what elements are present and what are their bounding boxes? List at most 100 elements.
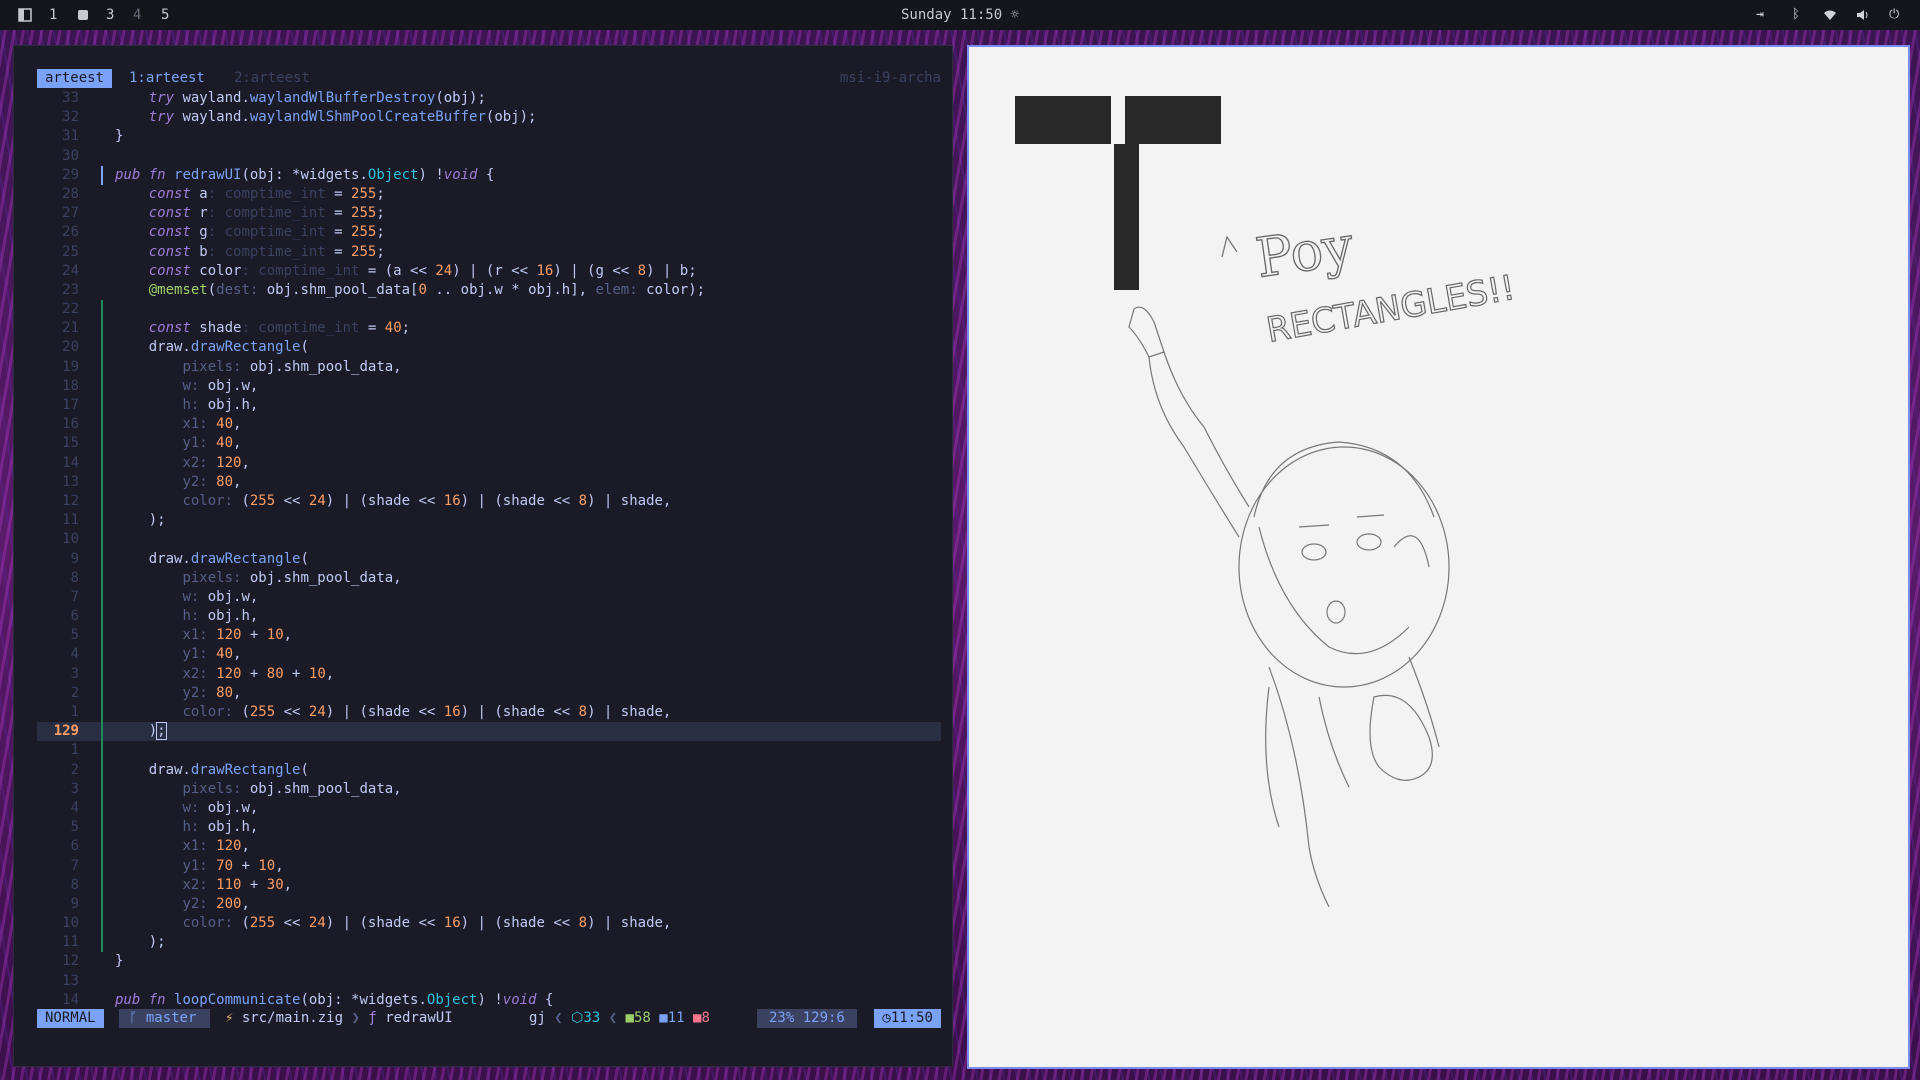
code-line: 20 draw.drawRectangle( <box>37 338 941 358</box>
code-line: 14 x2: 120, <box>37 453 941 473</box>
code-line: 7 w: obj.w, <box>37 587 941 608</box>
code-line: 2 draw.drawRectangle( <box>37 760 941 780</box>
code-line: 6 h: obj.h, <box>37 607 941 627</box>
code-line: 11 ); <box>37 511 941 531</box>
code-line: 30 <box>62 147 79 164</box>
clock-text[interactable]: Sunday 11:50 <box>901 7 1002 23</box>
code-line: 5 h: obj.h, <box>37 818 941 838</box>
clock-icon: ◷ <box>882 1010 891 1026</box>
changed-count: 11 <box>667 1010 685 1026</box>
tab-buffer-2[interactable]: 2:arteest <box>234 69 310 88</box>
code-line: 14 pub fn loopCommunicate(obj: *widgets.O… <box>62 991 554 1008</box>
mode-indicator: NORMAL <box>37 1009 104 1028</box>
workspace-5[interactable]: 5 <box>161 0 169 30</box>
added-icon: ■ <box>625 1010 634 1026</box>
file-icon: ⚡ <box>225 1010 242 1026</box>
drawing-window[interactable]: Poy RECTANGLES!! <box>967 45 1910 1069</box>
tab-buffer-1[interactable]: 1:arteest <box>129 69 205 88</box>
pencil-sketch <box>1128 306 1450 908</box>
code-line: 1 <box>37 741 941 761</box>
cursor-position: 23% 129:6 <box>757 1009 857 1028</box>
lsp-count: 33 <box>583 1010 601 1026</box>
code-line: 10 <box>37 530 941 550</box>
power-icon[interactable]: ⏻ <box>1889 0 1899 30</box>
workspace-2-icon[interactable] <box>77 0 89 30</box>
code-line: 10 color: (255 << 24) | (shade << 16) | … <box>37 914 941 934</box>
workspace-3[interactable]: 3 <box>106 0 114 30</box>
window-layout-icon[interactable] <box>18 0 32 30</box>
tab-active-session[interactable]: arteest <box>37 69 113 88</box>
code-line: 2 y2: 80, <box>37 683 941 703</box>
status-time-label: 11:50 <box>890 1010 933 1026</box>
tabline: arteest 1:arteest 2:arteest msi-i9-archa <box>37 69 941 88</box>
code-line: 18 w: obj.w, <box>37 376 941 396</box>
workspace-4[interactable]: 4 <box>133 0 141 30</box>
rendered-rectangle-2 <box>1125 96 1221 144</box>
changed-icon: ■ <box>659 1010 668 1026</box>
code-line: 7 y1: 70 + 10, <box>37 856 941 876</box>
drawing-canvas[interactable]: Poy RECTANGLES!! <box>969 47 1908 1067</box>
top-bar: 1 3 4 5 Sunday 11:50 ☼ ⇥ ᛒ ⏻ <box>0 0 1920 30</box>
code-line: 21 const shade: comptime_int = 40; <box>37 319 941 339</box>
code-line: 9 draw.drawRectangle( <box>37 549 941 569</box>
code-line: 15 y1: 40, <box>37 434 941 454</box>
code-line: 12 color: (255 << 24) | (shade << 16) | … <box>37 491 941 512</box>
code-area[interactable]: 33 try wayland.waylandWlBufferDestroy(ob… <box>37 89 941 1010</box>
git-branch-icon: ᚴ <box>129 1010 146 1026</box>
code-line: 16 x1: 40, <box>37 415 941 435</box>
code-line: 4 w: obj.w, <box>37 798 941 819</box>
editor-window[interactable]: arteest 1:arteest 2:arteest msi-i9-archa… <box>13 45 953 1067</box>
code-line: 26 const g: comptime_int = 255; <box>62 224 385 241</box>
code-line: 24 const color: comptime_int = (a << 24)… <box>62 262 697 279</box>
code-line: 11 ); <box>37 933 941 953</box>
code-line: 13 <box>62 972 79 989</box>
sun-icon: ☼ <box>1010 7 1020 23</box>
code-line: 6 x1: 120, <box>37 837 941 857</box>
arrow-sketch <box>1221 235 1238 258</box>
code-line: 28 const a: comptime_int = 255; <box>62 185 385 202</box>
code-line: 31} <box>62 128 124 145</box>
wifi-icon[interactable] <box>1823 0 1837 30</box>
current-code-line: 129 ); <box>37 722 941 742</box>
volume-icon[interactable] <box>1856 0 1870 30</box>
code-line: 29 pub fn redrawUI(obj: *widgets.Object) … <box>37 165 941 185</box>
code-line: 3 x2: 120 + 80 + 10, <box>37 664 941 684</box>
file-breadcrumb: ⚡ src/main.zig ❯ ƒ redrawUI <box>225 1010 453 1026</box>
code-line: 13 y2: 80, <box>37 472 941 492</box>
code-line: 23 @memset(dest: obj.shm_pool_data[0 .. … <box>62 281 706 298</box>
file-path[interactable]: src/main.zig <box>242 1010 343 1026</box>
git-branch-label: master <box>145 1010 197 1026</box>
code-line: 1 color: (255 << 24) | (shade << 16) | (… <box>37 703 941 723</box>
symbol-name[interactable]: redrawUI <box>385 1010 452 1026</box>
code-line: 33 try wayland.waylandWlBufferDestroy(ob… <box>62 90 486 106</box>
code-line: 9 y2: 200, <box>37 894 941 915</box>
logout-icon[interactable]: ⇥ <box>1756 0 1764 30</box>
clock: Sunday 11:50 ☼ <box>0 0 1920 30</box>
added-count: 58 <box>633 1010 651 1026</box>
lsp-icon: ⬡ <box>571 1010 584 1026</box>
diagnostic-stats: gj ❮ ⬡33 ❮ ■58 ■11 ■8 <box>529 1010 710 1026</box>
code-line: 3 pixels: obj.shm_pool_data, <box>37 779 941 799</box>
code-line: 25 const b: comptime_int = 255; <box>62 243 385 260</box>
statusline: NORMAL ᚴ master ⚡ src/main.zig ❯ ƒ redra… <box>37 1009 941 1028</box>
git-branch: ᚴ master <box>119 1009 211 1028</box>
bluetooth-icon[interactable]: ᛒ <box>1792 0 1800 30</box>
hostname: msi-i9-archa <box>839 70 941 86</box>
code-line: 17 h: obj.h, <box>37 396 941 416</box>
code-line: 32 try wayland.waylandWlShmPoolCreateBuf… <box>62 109 537 126</box>
rendered-rectangle-3 <box>1114 144 1139 290</box>
code-line: 4 y1: 40, <box>37 645 941 665</box>
code-line: 5 x1: 120 + 10, <box>37 626 941 646</box>
gj-label: gj <box>529 1010 546 1026</box>
rendered-rectangle-1 <box>1015 96 1111 144</box>
sketch-text-poy: Poy <box>1252 214 1357 290</box>
status-time: ◷11:50 <box>874 1009 941 1028</box>
code-line: 12} <box>62 953 124 970</box>
code-line: 27 const r: comptime_int = 255; <box>62 205 385 222</box>
code-line: 8 pixels: obj.shm_pool_data, <box>37 568 941 588</box>
workspace-1[interactable]: 1 <box>49 0 57 30</box>
code-line: 19 pixels: obj.shm_pool_data, <box>37 357 941 377</box>
code-line: 22 <box>37 300 941 320</box>
code-line: 8 x2: 110 + 30, <box>37 875 941 895</box>
removed-count: 8 <box>701 1010 710 1026</box>
